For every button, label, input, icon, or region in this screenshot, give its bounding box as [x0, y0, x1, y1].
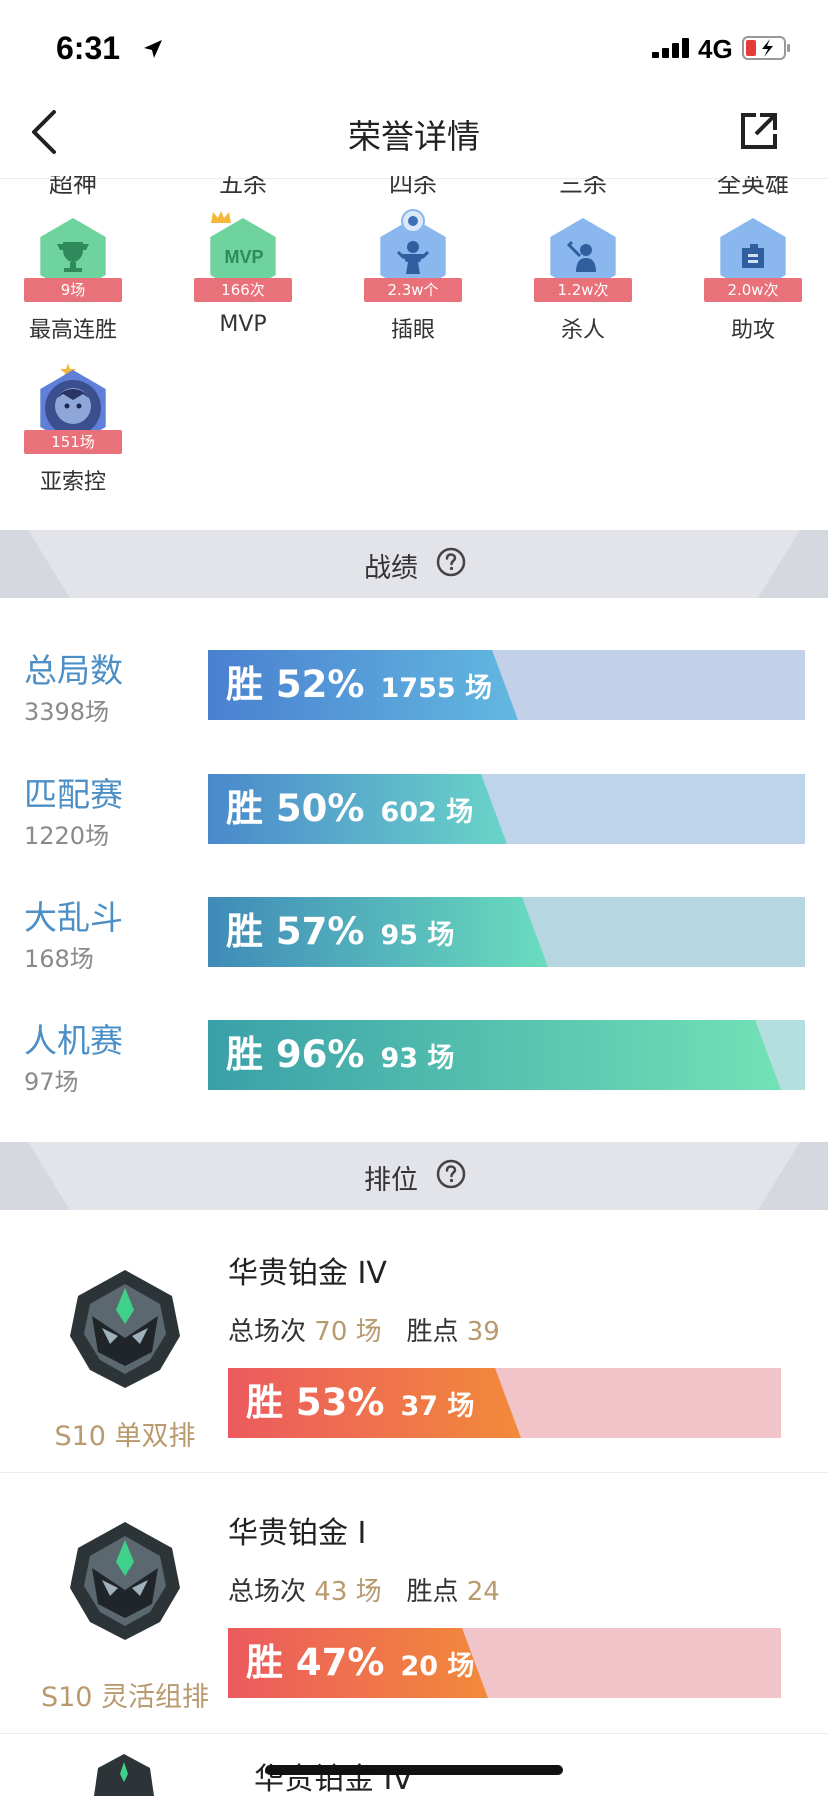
mvp-icon: MVP: [224, 247, 263, 267]
crown-icon: [211, 211, 231, 223]
signal-icon: [652, 38, 689, 58]
honor-label-partial: 三杀: [559, 176, 607, 198]
honor-value: 151场: [24, 430, 122, 454]
record-bar: 胜 96% 93 场: [208, 1020, 805, 1090]
section-title: 战绩: [364, 553, 418, 584]
record-count: 168场: [24, 945, 94, 973]
rank-emblem-icon: [94, 1754, 154, 1796]
record-name: 人机赛: [24, 1021, 123, 1060]
honor-value: 1.2w次: [534, 278, 632, 302]
share-icon[interactable]: [738, 110, 780, 152]
win-rate-label: 胜 47%: [246, 1641, 385, 1684]
divider: [0, 1472, 828, 1473]
record-name: 匹配赛: [24, 775, 123, 814]
section-title: 排位: [364, 1165, 418, 1196]
honor-badge-hero[interactable]: 151场 亚索控: [0, 362, 148, 512]
page-title: 荣誉详情: [348, 117, 480, 156]
honor-label: 亚索控: [39, 470, 106, 495]
honor-badge-win-streak[interactable]: 9场 最高连胜: [0, 210, 148, 360]
rank-emblem-icon: [70, 1522, 180, 1640]
record-count: 97场: [24, 1068, 79, 1096]
record-name: 大乱斗: [24, 898, 123, 937]
assist-icon: [742, 244, 764, 268]
honor-badge-mvp[interactable]: MVP 166次 MVP: [168, 210, 318, 360]
location-arrow-icon: [144, 40, 162, 58]
rank-bar: 胜 47% 20 场: [228, 1628, 781, 1698]
rank-tier: 华贵铂金 IV: [228, 1256, 387, 1291]
ward-icon: [396, 241, 430, 274]
eye-icon: [401, 209, 425, 233]
help-icon[interactable]: [436, 1159, 466, 1189]
svg-text:MVP: MVP: [224, 247, 263, 267]
battery-icon: [742, 36, 790, 60]
win-rate-label: 胜 50%: [226, 787, 365, 830]
rank-bar: 胜 53% 37 场: [228, 1368, 781, 1438]
section-header-rank: 排位: [0, 1142, 828, 1210]
rank-tier: 华贵铂金 IV: [254, 1762, 413, 1797]
honor-value: 2.3w个: [364, 278, 462, 302]
honor-label-partial: 四杀: [389, 176, 437, 198]
wins-label: 37 场: [400, 1391, 475, 1422]
kill-icon: [566, 240, 596, 272]
rank-stats: 总场次 43 场 胜点 24: [228, 1577, 500, 1607]
honor-label: MVP: [219, 312, 267, 337]
record-count: 3398场: [24, 698, 110, 726]
record-bar: 胜 52% 1755 场: [208, 650, 805, 720]
win-rate-label: 胜 53%: [246, 1381, 385, 1424]
wins-label: 1755 场: [380, 673, 492, 704]
win-rate-label: 胜 52%: [226, 663, 365, 706]
honor-badge-kill[interactable]: 1.2w次 杀人: [508, 210, 658, 360]
honor-label: 助攻: [730, 318, 775, 343]
honor-badge-ward[interactable]: 2.3w个 插眼: [338, 209, 488, 360]
honor-label: 杀人: [560, 318, 605, 343]
win-rate-label: 胜 96%: [226, 1033, 365, 1076]
trophy-icon: [57, 242, 89, 272]
record-name: 总局数: [24, 651, 123, 690]
honor-badge-assist[interactable]: 2.0w次 助攻: [678, 210, 828, 360]
wins-label: 20 场: [400, 1651, 475, 1682]
record-bar: 胜 57% 95 场: [208, 897, 805, 967]
honor-label-partial: 全英雄: [717, 176, 789, 198]
honor-value: 9场: [24, 278, 122, 302]
rank-season: S10 灵活组排: [40, 1682, 210, 1713]
help-icon[interactable]: [436, 547, 466, 577]
honor-value: 2.0w次: [704, 278, 802, 302]
section-header-record: 战绩: [0, 530, 828, 598]
honor-label: 最高连胜: [28, 318, 117, 343]
honor-label-partial: 超神: [49, 176, 97, 198]
record-bar: 胜 50% 602 场: [208, 774, 805, 844]
honor-label-partial: 五杀: [219, 176, 267, 198]
divider: [0, 1733, 828, 1734]
wins-label: 93 场: [380, 1043, 455, 1074]
network-type: 4G: [698, 34, 733, 64]
wins-label: 602 场: [380, 797, 474, 828]
wins-label: 95 场: [380, 920, 455, 951]
honor-value: 166次: [194, 278, 292, 302]
rank-emblem-icon: [70, 1270, 180, 1388]
rank-tier: 华贵铂金 I: [228, 1516, 367, 1551]
rank-season: S10 单双排: [54, 1421, 196, 1452]
honor-label: 插眼: [390, 318, 435, 343]
record-count: 1220场: [24, 822, 110, 850]
win-rate-label: 胜 57%: [226, 910, 365, 953]
status-time: 6:31: [56, 30, 121, 66]
rank-stats: 总场次 70 场 胜点 39: [228, 1317, 500, 1347]
home-indicator: [265, 1765, 563, 1775]
